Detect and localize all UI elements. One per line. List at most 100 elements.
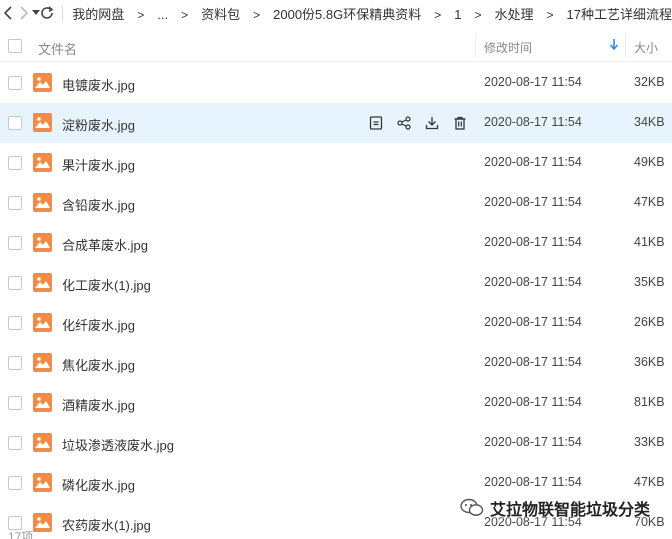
image-file-icon (33, 73, 52, 92)
file-list-header: 文件名 修改时间 大小 (0, 30, 672, 62)
column-header-name[interactable]: 文件名 (38, 39, 77, 58)
file-modified-time: 2020-08-17 11:54 (484, 75, 582, 89)
image-file-icon (33, 193, 52, 212)
breadcrumb-item[interactable]: 2000份5.8G环保精典资料 (273, 7, 421, 22)
file-modified-time: 2020-08-17 11:54 (484, 235, 582, 249)
table-row[interactable]: 焦化废水.jpg 2020-08-17 11:54 36KB (0, 343, 672, 383)
table-row[interactable]: 酒精废水.jpg 2020-08-17 11:54 81KB (0, 383, 672, 423)
caret-down-icon (31, 10, 40, 15)
table-row[interactable]: 含铅废水.jpg 2020-08-17 11:54 47KB (0, 183, 672, 223)
share-icon[interactable] (390, 113, 418, 133)
row-checkbox[interactable] (8, 156, 22, 170)
refresh-icon (40, 6, 54, 19)
wechat-icon (460, 498, 484, 516)
column-header-time[interactable]: 修改时间 (484, 39, 532, 56)
file-size: 33KB (634, 435, 665, 449)
row-actions (362, 113, 474, 133)
nav-divider (61, 5, 63, 21)
chevron-right-icon (20, 6, 29, 20)
row-checkbox[interactable] (8, 276, 22, 290)
download-icon[interactable] (418, 113, 446, 133)
table-row[interactable]: 合成革废水.jpg 2020-08-17 11:54 41KB (0, 223, 672, 263)
file-modified-time: 2020-08-17 11:54 (484, 435, 582, 449)
file-name[interactable]: 垃圾渗透液废水.jpg (62, 435, 174, 454)
breadcrumb-item[interactable]: 水处理 (495, 7, 534, 22)
column-divider[interactable] (475, 34, 476, 58)
breadcrumb: 我的网盘 >... > 资料包 >2000份5.8G环保精典资料 >1 > 水处理 >17种工艺… (72, 4, 672, 23)
file-name[interactable]: 焦化废水.jpg (62, 355, 135, 374)
delete-icon[interactable] (446, 113, 474, 133)
file-size: 36KB (634, 355, 665, 369)
sort-arrow-down-icon[interactable] (609, 39, 619, 53)
breadcrumb-item[interactable]: 17种工艺详细流程 (567, 7, 672, 22)
file-modified-time: 2020-08-17 11:54 (484, 475, 582, 489)
breadcrumb-separator-icon: > (546, 7, 554, 22)
row-checkbox[interactable] (8, 396, 22, 410)
image-file-icon (33, 153, 52, 172)
file-size: 41KB (634, 235, 665, 249)
navigation-bar: 我的网盘 >... > 资料包 >2000份5.8G环保精典资料 >1 > 水处理 >17种工艺… (0, 0, 672, 26)
file-name[interactable]: 化纤废水.jpg (62, 315, 135, 334)
table-row[interactable]: 化工废水(1).jpg 2020-08-17 11:54 35KB (0, 263, 672, 303)
file-modified-time: 2020-08-17 11:54 (484, 315, 582, 329)
row-checkbox[interactable] (8, 196, 22, 210)
column-header-size[interactable]: 大小 (634, 39, 658, 56)
forward-button[interactable] (17, 0, 32, 26)
back-button[interactable] (0, 0, 17, 26)
breadcrumb-item[interactable]: 我的网盘 (72, 7, 124, 22)
breadcrumb-item[interactable]: ... (157, 7, 168, 22)
file-modified-time: 2020-08-17 11:54 (484, 395, 582, 409)
breadcrumb-separator-icon: > (253, 7, 261, 22)
breadcrumb-separator-icon: > (137, 7, 145, 22)
image-file-icon (33, 353, 52, 372)
file-size: 35KB (634, 275, 665, 289)
row-checkbox[interactable] (8, 476, 22, 490)
file-name[interactable]: 淀粉废水.jpg (62, 115, 135, 134)
column-divider[interactable] (625, 34, 626, 58)
row-checkbox[interactable] (8, 316, 22, 330)
image-file-icon (33, 473, 52, 492)
file-name[interactable]: 磷化废水.jpg (62, 475, 135, 494)
select-all-checkbox[interactable] (8, 39, 22, 53)
file-name[interactable]: 农药废水(1).jpg (62, 515, 151, 534)
breadcrumb-item[interactable]: 资料包 (201, 7, 240, 22)
image-file-icon (33, 113, 52, 132)
watermark: 艾拉物联智能垃圾分类 (460, 496, 650, 520)
watermark-text: 艾拉物联智能垃圾分类 (490, 502, 651, 519)
row-checkbox[interactable] (8, 116, 22, 130)
file-name[interactable]: 化工废水(1).jpg (62, 275, 151, 294)
history-dropdown-button[interactable] (31, 0, 40, 26)
file-modified-time: 2020-08-17 11:54 (484, 355, 582, 369)
refresh-button[interactable] (40, 0, 54, 26)
file-size: 34KB (634, 115, 665, 129)
file-modified-time: 2020-08-17 11:54 (484, 115, 582, 129)
breadcrumb-separator-icon: > (434, 7, 442, 22)
preview-icon[interactable] (362, 113, 390, 133)
breadcrumb-item[interactable]: 1 (454, 7, 461, 22)
table-row[interactable]: 电镀废水.jpg 2020-08-17 11:54 32KB (0, 63, 672, 103)
file-name[interactable]: 含铅废水.jpg (62, 195, 135, 214)
file-modified-time: 2020-08-17 11:54 (484, 155, 582, 169)
file-size: 47KB (634, 475, 665, 489)
chevron-left-icon (4, 6, 12, 20)
file-name[interactable]: 果汁废水.jpg (62, 155, 135, 174)
item-count: 17项 (8, 530, 34, 539)
table-row[interactable]: 化纤废水.jpg 2020-08-17 11:54 26KB (0, 303, 672, 343)
file-size: 32KB (634, 75, 665, 89)
image-file-icon (33, 513, 52, 532)
table-row[interactable]: 垃圾渗透液废水.jpg 2020-08-17 11:54 33KB (0, 423, 672, 463)
file-list: 电镀废水.jpg 2020-08-17 11:54 32KB 淀粉废水.jpg 2020… (0, 63, 672, 539)
row-checkbox[interactable] (8, 76, 22, 90)
breadcrumb-separator-icon: > (181, 7, 189, 22)
breadcrumb-separator-icon: > (474, 7, 482, 22)
file-size: 49KB (634, 155, 665, 169)
file-name[interactable]: 电镀废水.jpg (62, 75, 135, 94)
table-row[interactable]: 淀粉废水.jpg 2020-08-17 11:54 34KB (0, 103, 672, 143)
file-name[interactable]: 酒精废水.jpg (62, 395, 135, 414)
image-file-icon (33, 233, 52, 252)
table-row[interactable]: 果汁废水.jpg 2020-08-17 11:54 49KB (0, 143, 672, 183)
file-name[interactable]: 合成革废水.jpg (62, 235, 148, 254)
row-checkbox[interactable] (8, 356, 22, 370)
row-checkbox[interactable] (8, 236, 22, 250)
row-checkbox[interactable] (8, 436, 22, 450)
